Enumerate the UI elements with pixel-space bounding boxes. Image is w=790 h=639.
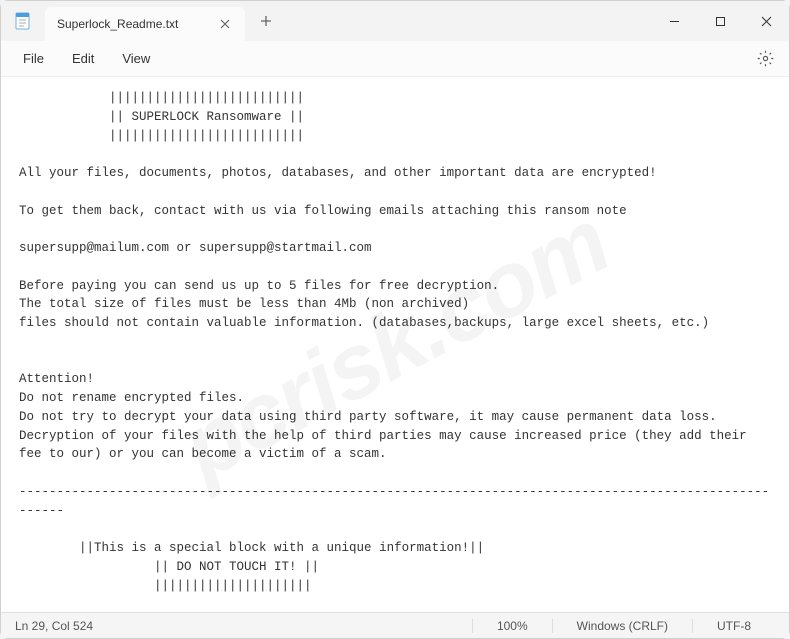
settings-button[interactable] xyxy=(749,43,781,75)
tab-title: Superlock_Readme.txt xyxy=(57,17,217,31)
menu-file[interactable]: File xyxy=(9,45,58,72)
close-window-button[interactable] xyxy=(743,1,789,41)
status-encoding[interactable]: UTF-8 xyxy=(692,619,775,633)
menubar: File Edit View xyxy=(1,41,789,77)
maximize-button[interactable] xyxy=(697,1,743,41)
tab[interactable]: Superlock_Readme.txt xyxy=(45,7,245,41)
menu-edit[interactable]: Edit xyxy=(58,45,108,72)
window-controls xyxy=(651,1,789,41)
status-line-ending[interactable]: Windows (CRLF) xyxy=(552,619,692,633)
menu-view[interactable]: View xyxy=(108,45,164,72)
status-zoom[interactable]: 100% xyxy=(472,619,552,633)
minimize-button[interactable] xyxy=(651,1,697,41)
titlebar: Superlock_Readme.txt xyxy=(1,1,789,41)
new-tab-button[interactable] xyxy=(251,6,281,36)
text-content[interactable]: |||||||||||||||||||||||||| || SUPERLOCK … xyxy=(1,77,789,612)
notepad-icon xyxy=(13,11,33,31)
close-tab-button[interactable] xyxy=(217,16,233,32)
status-position: Ln 29, Col 524 xyxy=(15,619,117,633)
statusbar: Ln 29, Col 524 100% Windows (CRLF) UTF-8 xyxy=(1,612,789,638)
